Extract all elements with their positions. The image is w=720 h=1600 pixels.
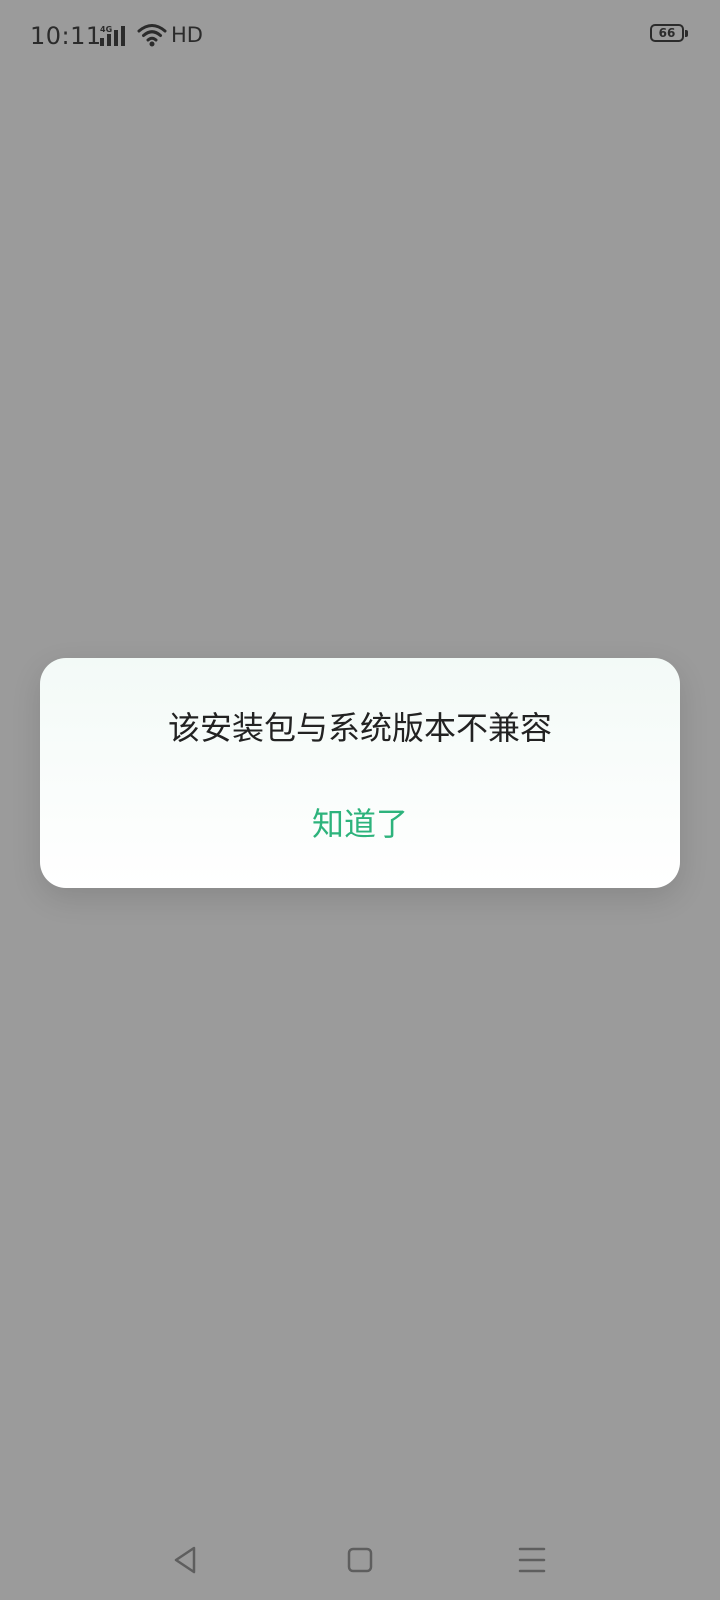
signal-icon: 4G xyxy=(100,25,125,46)
hd-label: HD xyxy=(171,23,203,47)
navigation-bar xyxy=(0,1520,720,1600)
network-type-label: 4G xyxy=(100,25,112,34)
back-icon[interactable] xyxy=(166,1540,206,1580)
status-bar: 10:11 4G HD 66 xyxy=(0,0,720,72)
screen: 10:11 4G HD 66 该安装包与系统版本不兼容 知道了 xyxy=(0,0,720,1600)
home-icon[interactable] xyxy=(340,1540,380,1580)
got-it-button[interactable]: 知道了 xyxy=(260,788,460,860)
status-time: 10:11 xyxy=(30,22,102,50)
battery-icon: 66 xyxy=(650,24,690,46)
dialog-message: 该安装包与系统版本不兼容 xyxy=(167,709,552,747)
incompatible-package-dialog: 该安装包与系统版本不兼容 知道了 xyxy=(40,658,680,888)
wifi-icon xyxy=(137,24,167,47)
recent-apps-icon[interactable] xyxy=(512,1540,552,1580)
battery-level: 66 xyxy=(658,26,676,40)
